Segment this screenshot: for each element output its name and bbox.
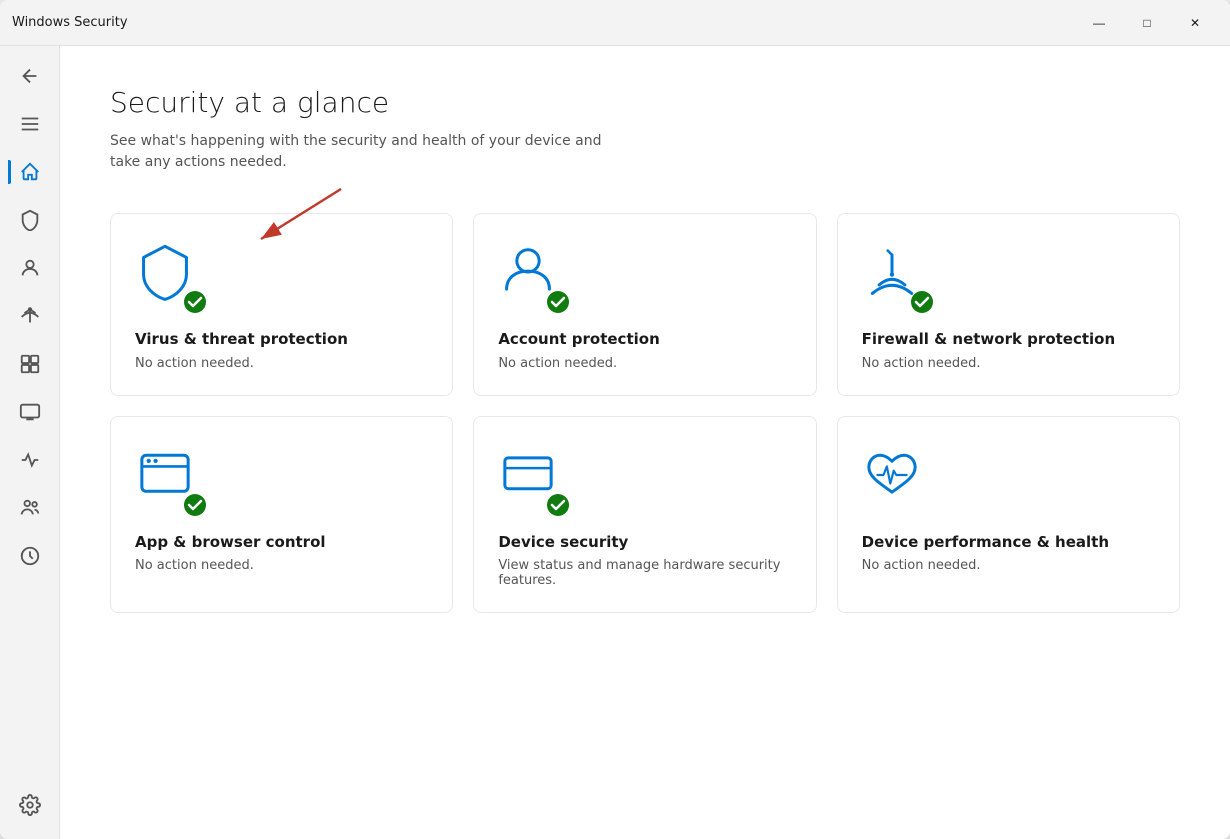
device-security-card-title: Device security xyxy=(498,533,791,553)
sidebar-firewall[interactable] xyxy=(8,294,52,338)
page-subtitle: See what's happening with the security a… xyxy=(110,131,610,173)
card-device-health[interactable]: Device performance & health No action ne… xyxy=(837,416,1180,614)
cards-grid: Virus & threat protection No action need… xyxy=(110,213,1180,613)
sidebar-settings[interactable] xyxy=(8,783,52,827)
sidebar-family[interactable] xyxy=(8,486,52,530)
shield-icon xyxy=(19,209,41,231)
maximize-button[interactable]: □ xyxy=(1124,5,1170,41)
checkmark-icon xyxy=(546,290,570,314)
window-title: Windows Security xyxy=(12,15,128,30)
sidebar xyxy=(0,46,60,839)
app-browser-checkmark xyxy=(183,493,207,517)
settings-icon xyxy=(19,794,41,816)
device-health-card-title: Device performance & health xyxy=(862,533,1155,553)
app-body: Security at a glance See what's happenin… xyxy=(0,46,1230,839)
app-window: Windows Security — □ ✕ xyxy=(0,0,1230,839)
virus-checkmark xyxy=(183,290,207,314)
main-content: Security at a glance See what's happenin… xyxy=(60,46,1230,839)
red-arrow-annotation xyxy=(211,179,411,259)
device-security-checkmark xyxy=(546,493,570,517)
sidebar-health[interactable] xyxy=(8,438,52,482)
device-security-card-status: View status and manage hardware security… xyxy=(498,558,791,588)
sidebar-virus[interactable] xyxy=(8,198,52,242)
sidebar-account[interactable] xyxy=(8,246,52,290)
account-icon xyxy=(19,257,41,279)
device-security-card-icon xyxy=(498,445,570,517)
account-card-title: Account protection xyxy=(498,330,791,350)
health-icon xyxy=(19,449,41,471)
firewall-checkmark xyxy=(910,290,934,314)
firewall-card-status: No action needed. xyxy=(862,356,1155,371)
home-icon xyxy=(19,161,41,183)
account-card-status: No action needed. xyxy=(498,356,791,371)
sidebar-history[interactable] xyxy=(8,534,52,578)
device-health-svg xyxy=(862,445,922,505)
page-title: Security at a glance xyxy=(110,86,1180,119)
checkmark-icon xyxy=(183,493,207,517)
card-account[interactable]: Account protection No action needed. xyxy=(473,213,816,396)
virus-card-status: No action needed. xyxy=(135,356,428,371)
title-bar: Windows Security — □ ✕ xyxy=(0,0,1230,46)
family-icon xyxy=(19,497,41,519)
account-checkmark xyxy=(546,290,570,314)
device-health-card-status: No action needed. xyxy=(862,558,1155,573)
card-device-security[interactable]: Device security View status and manage h… xyxy=(473,416,816,614)
window-controls: — □ ✕ xyxy=(1076,5,1218,41)
sidebar-back[interactable] xyxy=(8,54,52,98)
menu-icon xyxy=(19,113,41,135)
network-icon xyxy=(19,305,41,327)
virus-card-icon xyxy=(135,242,207,314)
app-browser-card-status: No action needed. xyxy=(135,558,428,573)
firewall-card-icon xyxy=(862,242,934,314)
back-icon xyxy=(19,65,41,87)
card-firewall[interactable]: Firewall & network protection No action … xyxy=(837,213,1180,396)
sidebar-home[interactable] xyxy=(8,150,52,194)
app-browser-card-icon xyxy=(135,445,207,517)
firewall-card-title: Firewall & network protection xyxy=(862,330,1155,350)
device-health-card-icon xyxy=(862,445,934,517)
device-icon xyxy=(19,401,41,423)
sidebar-device[interactable] xyxy=(8,390,52,434)
minimize-button[interactable]: — xyxy=(1076,5,1122,41)
sidebar-app[interactable] xyxy=(8,342,52,386)
history-icon xyxy=(19,545,41,567)
card-virus[interactable]: Virus & threat protection No action need… xyxy=(110,213,453,396)
close-button[interactable]: ✕ xyxy=(1172,5,1218,41)
app-icon xyxy=(19,353,41,375)
checkmark-icon xyxy=(546,493,570,517)
virus-card-title: Virus & threat protection xyxy=(135,330,428,350)
checkmark-icon xyxy=(183,290,207,314)
sidebar-menu[interactable] xyxy=(8,102,52,146)
account-card-icon xyxy=(498,242,570,314)
checkmark-icon xyxy=(910,290,934,314)
app-browser-card-title: App & browser control xyxy=(135,533,428,553)
card-app-browser[interactable]: App & browser control No action needed. xyxy=(110,416,453,614)
